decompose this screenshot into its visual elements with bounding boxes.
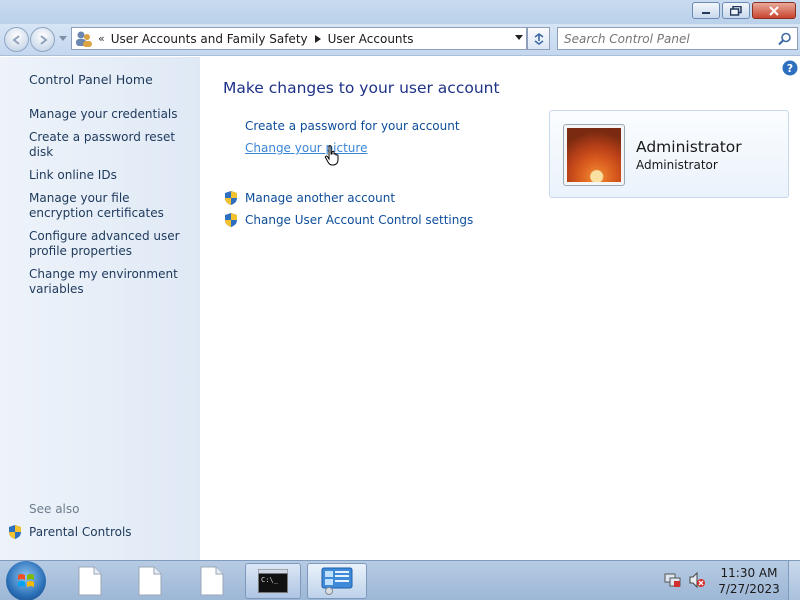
uac-shield-icon xyxy=(225,191,237,205)
avatar-flower-picture xyxy=(567,128,621,182)
change-uac-settings-label: Change User Account Control settings xyxy=(245,213,474,227)
recent-pages-dropdown-icon[interactable] xyxy=(59,36,67,42)
clock-time: 11:30 AM xyxy=(720,566,778,580)
windows-logo-icon xyxy=(18,574,34,587)
manage-another-account-label: Manage another account xyxy=(245,191,396,205)
change-picture-link[interactable]: Change your picture xyxy=(245,141,367,155)
breadcrumb-arrow-icon[interactable] xyxy=(314,34,321,43)
taskbar: C:\_ 11:30 AM 7/27/2023 xyxy=(0,560,800,600)
show-desktop-button[interactable] xyxy=(788,561,800,600)
taskbar-item-control-panel[interactable] xyxy=(307,563,367,599)
help-icon[interactable]: ? xyxy=(782,60,798,76)
task-configure-profile-properties[interactable]: Configure advanced user profile properti… xyxy=(29,229,194,259)
search-input[interactable] xyxy=(564,31,774,46)
network-icon[interactable] xyxy=(664,571,682,589)
address-bar[interactable]: « User Accounts and Family Safety User A… xyxy=(71,27,527,50)
see-also-heading: See also xyxy=(29,502,80,516)
notification-area xyxy=(664,571,706,589)
taskbar-item-command-prompt[interactable]: C:\_ xyxy=(245,563,301,599)
main-content: ? Make changes to your user account Crea… xyxy=(200,57,800,560)
minimize-button[interactable] xyxy=(692,2,720,19)
maximize-button[interactable] xyxy=(722,2,750,19)
uac-shield-icon xyxy=(9,525,21,539)
create-password-link[interactable]: Create a password for your account xyxy=(245,119,460,133)
svg-text:C:\_: C:\_ xyxy=(261,576,279,584)
window-controls xyxy=(692,2,796,19)
account-name: Administrator xyxy=(636,138,742,156)
title-bar xyxy=(0,0,800,24)
forward-button[interactable] xyxy=(30,27,55,52)
arrow-right-icon xyxy=(39,34,48,45)
file-icon xyxy=(78,566,102,596)
search-icon[interactable] xyxy=(778,32,792,46)
uac-shield-icon xyxy=(225,213,237,227)
address-dropdown-icon[interactable] xyxy=(514,34,524,42)
account-type: Administrator xyxy=(636,158,718,172)
maximize-icon xyxy=(730,5,742,16)
search-box[interactable] xyxy=(557,27,798,50)
file-icon xyxy=(200,566,224,596)
control-panel-home-link[interactable]: Control Panel Home xyxy=(29,72,153,87)
breadcrumb-user-accounts-family-safety[interactable]: User Accounts and Family Safety xyxy=(111,32,308,46)
command-prompt-icon: C:\_ xyxy=(258,569,288,593)
navigation-bar: « User Accounts and Family Safety User A… xyxy=(0,24,800,56)
user-account-tile: Administrator Administrator xyxy=(549,110,789,198)
control-panel-icon xyxy=(321,567,353,595)
overflow-chevron[interactable]: « xyxy=(98,32,105,45)
refresh-icon xyxy=(534,32,543,45)
avatar[interactable] xyxy=(563,124,625,186)
taskbar-item-file-3[interactable] xyxy=(184,563,240,599)
task-list: Manage your credentials Create a passwor… xyxy=(29,107,194,305)
task-link-online-ids[interactable]: Link online IDs xyxy=(29,168,194,183)
taskbar-item-file-1[interactable] xyxy=(62,563,118,599)
arrow-left-icon xyxy=(11,34,20,45)
manage-another-account-link[interactable]: Manage another account xyxy=(223,190,395,206)
task-pane: Control Panel Home Manage your credentia… xyxy=(0,57,200,560)
task-change-environment-variables[interactable]: Change my environment variables xyxy=(29,267,194,297)
parental-controls-link[interactable]: Parental Controls xyxy=(7,524,132,540)
user-accounts-icon xyxy=(76,31,92,47)
svg-text:?: ? xyxy=(787,62,793,75)
page-title: Make changes to your user account xyxy=(223,79,500,97)
file-icon xyxy=(138,566,162,596)
close-button[interactable] xyxy=(752,2,796,19)
parental-controls-label: Parental Controls xyxy=(29,525,132,539)
close-icon xyxy=(769,5,779,16)
back-button[interactable] xyxy=(4,27,29,52)
refresh-button[interactable] xyxy=(527,27,550,50)
task-create-password-reset-disk[interactable]: Create a password reset disk xyxy=(29,130,194,160)
task-manage-encryption-certificates[interactable]: Manage your file encryption certificates xyxy=(29,191,194,221)
volume-muted-icon[interactable] xyxy=(688,571,706,589)
start-button[interactable] xyxy=(6,561,46,600)
system-clock[interactable]: 11:30 AM 7/27/2023 xyxy=(716,565,782,597)
clock-date: 7/27/2023 xyxy=(718,582,780,596)
hand-cursor-icon xyxy=(324,145,339,166)
breadcrumb-user-accounts[interactable]: User Accounts xyxy=(328,32,414,46)
task-manage-credentials[interactable]: Manage your credentials xyxy=(29,107,194,122)
change-uac-settings-link[interactable]: Change User Account Control settings xyxy=(223,212,473,228)
taskbar-item-file-2[interactable] xyxy=(122,563,178,599)
minimize-icon xyxy=(702,11,710,14)
